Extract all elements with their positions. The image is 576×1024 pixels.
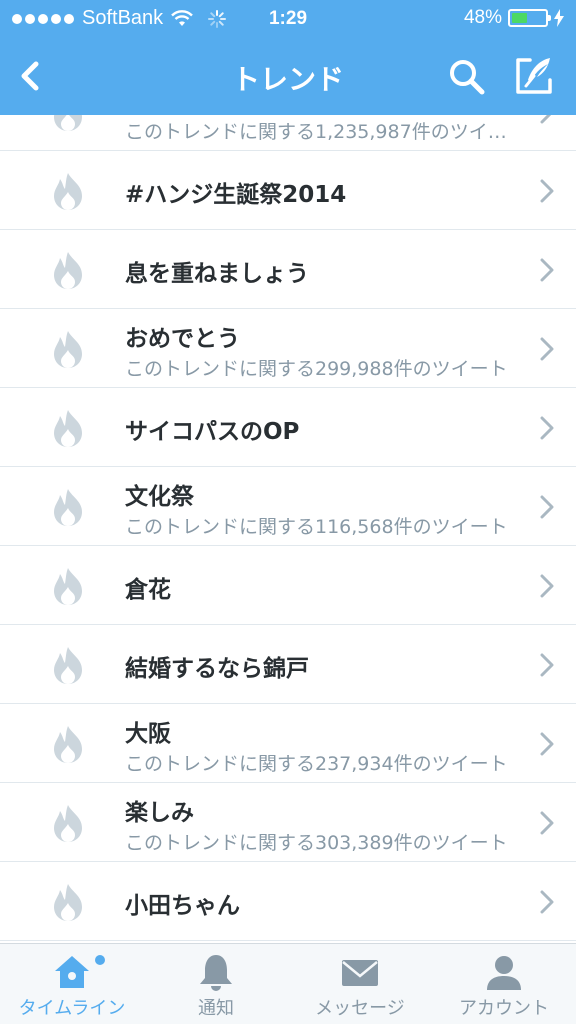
- flame-icon: [48, 645, 88, 685]
- trend-row[interactable]: 倉花: [0, 546, 576, 625]
- person-icon: [487, 956, 521, 990]
- trend-row[interactable]: サイコパスのOP: [0, 388, 576, 467]
- trend-tweet-count: このトレンドに関する299,988件のツイート: [125, 358, 508, 380]
- flame-icon: [48, 882, 88, 922]
- tab-label: アカウント: [459, 998, 549, 1019]
- trend-title: 結婚するなら錦戸: [125, 656, 309, 682]
- flame-icon: [48, 115, 88, 132]
- trend-row[interactable]: 楽しみこのトレンドに関する303,389件のツイート: [0, 783, 576, 862]
- trend-tweet-count: このトレンドに関する116,568件のツイート: [125, 516, 508, 538]
- trend-row[interactable]: #ハンジ生誕祭2014: [0, 151, 576, 230]
- battery-percent: 48%: [463, 7, 502, 28]
- tab-label: 通知: [198, 998, 234, 1019]
- header: SoftBank 1:29 48% トレンド: [0, 0, 576, 115]
- flame-icon: [48, 250, 88, 290]
- tab-account[interactable]: アカウント: [432, 944, 576, 1024]
- bell-icon: [200, 955, 232, 991]
- battery-level: [512, 13, 528, 23]
- tab-label: メッセージ: [315, 998, 405, 1019]
- trend-title: 楽しみ: [125, 800, 194, 826]
- trend-tweet-count: このトレンドに関する1,235,987件のツイート: [125, 121, 525, 143]
- trend-row[interactable]: 息を重ねましょう: [0, 230, 576, 309]
- flame-icon: [48, 329, 88, 369]
- flame-icon: [48, 724, 88, 764]
- home-icon: [55, 956, 89, 988]
- tab-notifications[interactable]: 通知: [144, 944, 288, 1024]
- navigation-bar: トレンド: [0, 40, 576, 115]
- status-right: 48%: [464, 7, 564, 29]
- status-bar: SoftBank 1:29 48%: [0, 0, 576, 40]
- trend-row[interactable]: 大阪このトレンドに関する237,934件のツイート: [0, 704, 576, 783]
- new-items-dot: [95, 955, 105, 965]
- tab-bar: タイムライン 通知 メッセージ アカウント: [0, 943, 576, 1024]
- trend-list: このトレンドに関する1,235,987件のツイート #ハンジ生誕祭2014 息を重ね…: [0, 115, 576, 943]
- chevron-right-icon: [540, 115, 554, 124]
- chevron-right-icon: [540, 811, 554, 835]
- flame-icon: [48, 803, 88, 843]
- charging-bolt-icon: [554, 9, 564, 27]
- search-button[interactable]: [446, 56, 488, 98]
- envelope-icon: [342, 960, 378, 986]
- chevron-right-icon: [540, 495, 554, 519]
- trend-row[interactable]: このトレンドに関する1,235,987件のツイート: [0, 115, 576, 151]
- flame-icon: [48, 171, 88, 211]
- trend-tweet-count: このトレンドに関する237,934件のツイート: [125, 753, 508, 775]
- chevron-right-icon: [540, 179, 554, 203]
- battery-icon: [508, 9, 551, 27]
- trend-tweet-count: このトレンドに関する303,389件のツイート: [125, 832, 508, 854]
- chevron-right-icon: [540, 416, 554, 440]
- trend-title: 小田ちゃん: [125, 893, 240, 919]
- page-title: トレンド: [231, 63, 344, 96]
- compose-button[interactable]: [514, 54, 556, 96]
- tab-label: タイムライン: [18, 998, 126, 1019]
- trend-title: 息を重ねましょう: [125, 261, 309, 287]
- trend-row[interactable]: おめでとうこのトレンドに関する299,988件のツイート: [0, 309, 576, 388]
- chevron-right-icon: [540, 337, 554, 361]
- trend-rows: このトレンドに関する1,235,987件のツイート #ハンジ生誕祭2014 息を重ね…: [0, 115, 576, 941]
- trend-title: おめでとう: [125, 326, 240, 352]
- trend-title: 大阪: [125, 721, 171, 747]
- chevron-right-icon: [540, 574, 554, 598]
- chevron-right-icon: [540, 732, 554, 756]
- trend-title: #ハンジ生誕祭2014: [125, 182, 347, 208]
- flame-icon: [48, 566, 88, 606]
- flame-icon: [48, 487, 88, 527]
- flame-icon: [48, 408, 88, 448]
- trend-row[interactable]: 結婚するなら錦戸: [0, 625, 576, 704]
- trend-title: 倉花: [125, 577, 171, 603]
- chevron-right-icon: [540, 258, 554, 282]
- trend-title: サイコパスのOP: [125, 419, 300, 445]
- chevron-right-icon: [540, 653, 554, 677]
- trend-row[interactable]: 小田ちゃん: [0, 862, 576, 941]
- chevron-right-icon: [540, 890, 554, 914]
- trend-title: 文化祭: [125, 484, 194, 510]
- tab-messages[interactable]: メッセージ: [288, 944, 432, 1024]
- tab-timeline[interactable]: タイムライン: [0, 944, 144, 1024]
- trend-row[interactable]: 文化祭このトレンドに関する116,568件のツイート: [0, 467, 576, 546]
